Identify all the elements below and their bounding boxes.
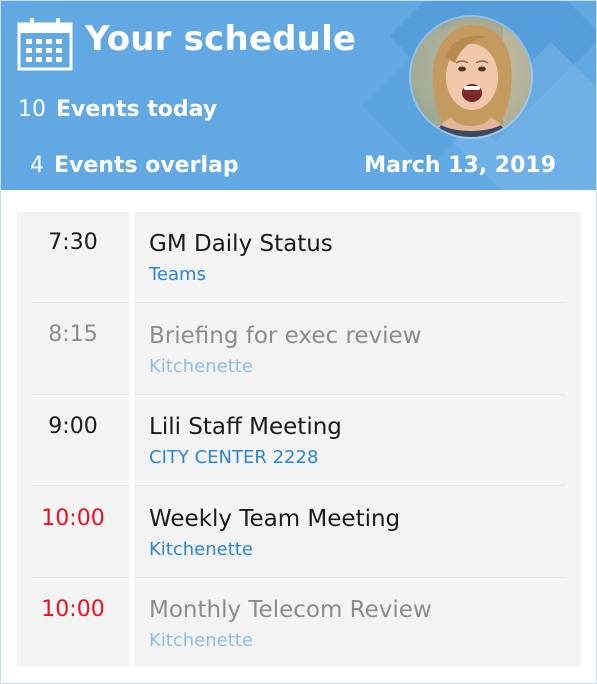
events-overlap-stat: 4 Events overlap (30, 153, 239, 178)
divider (32, 302, 129, 303)
events-overlap-count: 4 (30, 153, 44, 178)
divider (32, 394, 129, 395)
schedule-date: March 13, 2019 (364, 153, 556, 178)
event-time: 8:15 (48, 322, 98, 347)
schedule-card: Your schedule 10 Events today 4 Events ove… (0, 0, 597, 684)
event-title[interactable]: Weekly Team Meeting (149, 506, 400, 532)
divider (134, 394, 566, 395)
time-column: 7:30 8:15 9:00 10:00 10:00 (17, 212, 129, 667)
event-title[interactable]: GM Daily Status (149, 231, 333, 257)
event-location[interactable]: Kitchenette (149, 539, 253, 560)
avatar[interactable] (411, 17, 531, 137)
event-location[interactable]: Kitchenette (149, 356, 253, 377)
event-time: 10:00 (41, 597, 105, 622)
event-title[interactable]: Briefing for exec review (149, 323, 422, 349)
calendar-icon (17, 18, 73, 71)
divider (134, 302, 566, 303)
divider (32, 577, 129, 578)
divider (134, 485, 566, 486)
events-today-label: Events today (56, 97, 218, 122)
event-time: 7:30 (48, 230, 98, 255)
events-overlap-label: Events overlap (54, 153, 239, 178)
events-today-count: 10 (18, 97, 46, 122)
divider (134, 577, 566, 578)
divider (32, 485, 129, 486)
page-title: Your schedule (85, 19, 357, 59)
event-location[interactable]: Kitchenette (149, 630, 253, 651)
event-list: GM Daily Status Teams Briefing for exec … (134, 212, 581, 667)
event-title[interactable]: Lili Staff Meeting (149, 414, 342, 440)
event-location[interactable]: CITY CENTER 2228 (149, 447, 318, 468)
event-time: 10:00 (41, 506, 105, 531)
event-title[interactable]: Monthly Telecom Review (149, 597, 432, 623)
event-time: 9:00 (48, 414, 98, 439)
schedule-header: Your schedule 10 Events today 4 Events ove… (1, 1, 596, 190)
events-today-stat: 10 Events today (18, 97, 217, 122)
event-location[interactable]: Teams (149, 264, 206, 285)
